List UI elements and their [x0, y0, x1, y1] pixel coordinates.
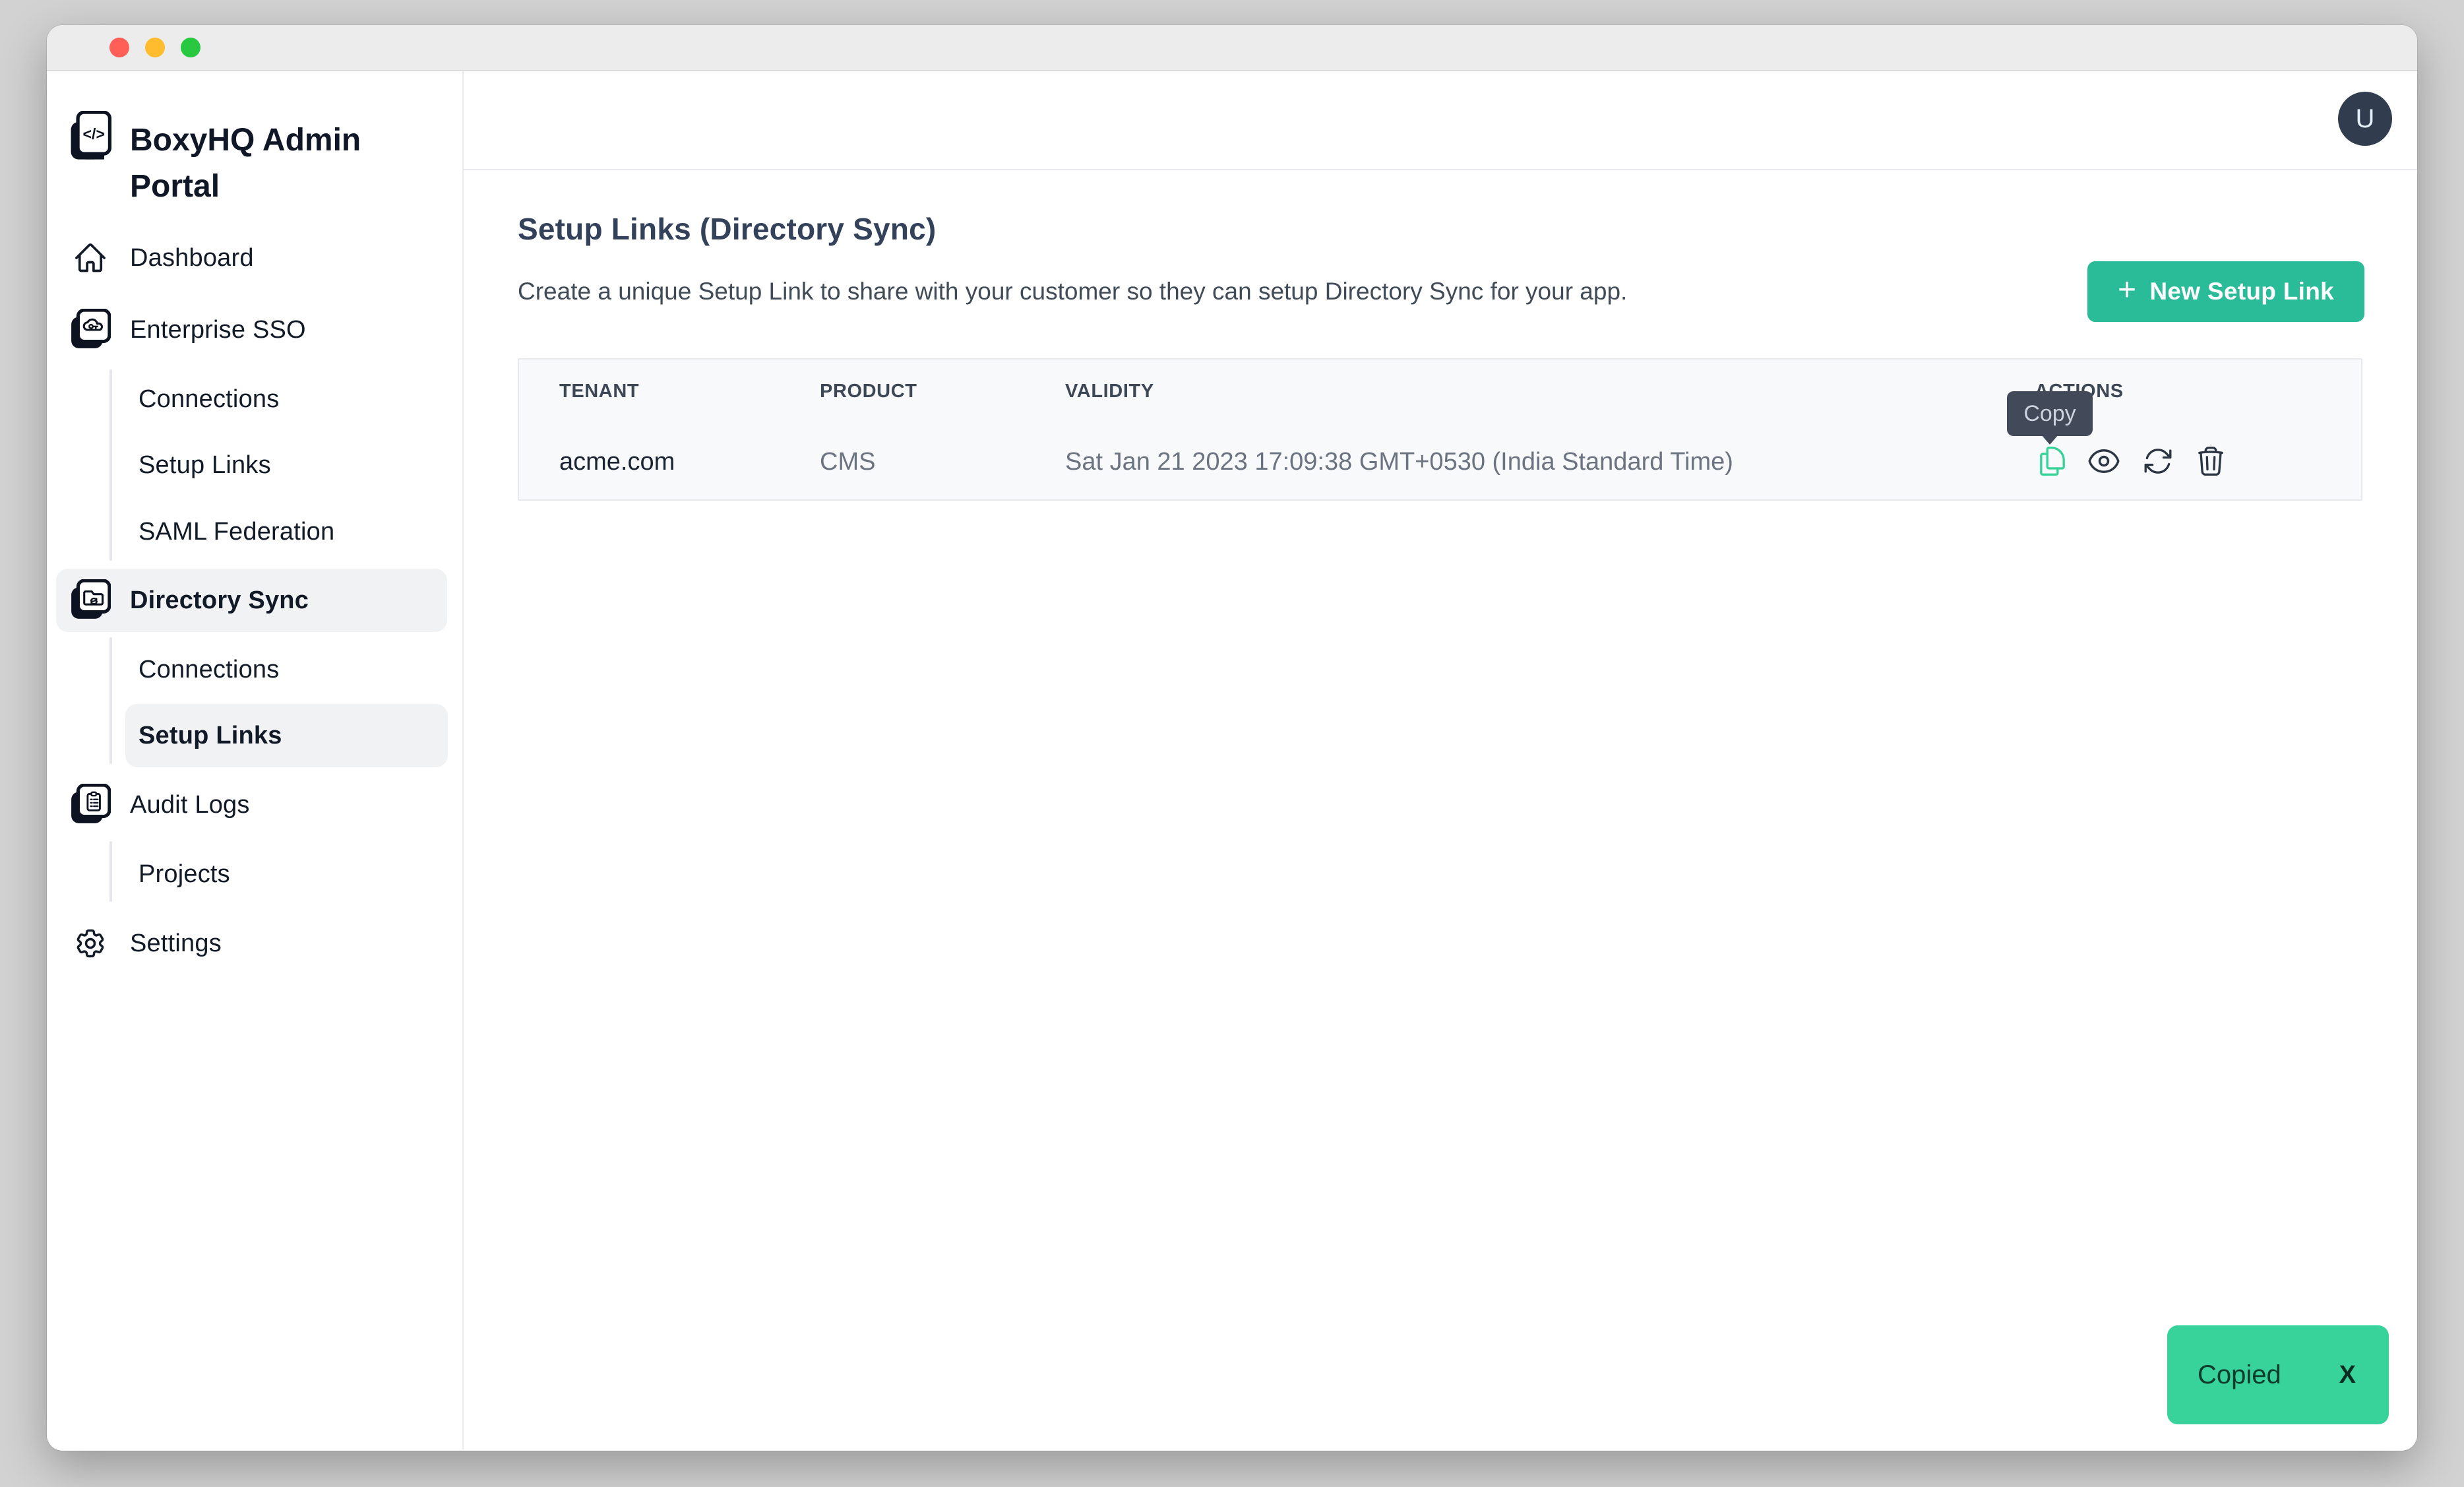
minimize-window-icon[interactable] — [145, 38, 165, 57]
plus-icon: + — [2118, 274, 2136, 306]
sidebar-item-label: Enterprise SSO — [130, 316, 306, 344]
avatar[interactable]: U — [2338, 92, 2392, 146]
app-window: </> BoxyHQ Admin Portal Dashboard — [47, 25, 2417, 1451]
copy-icon[interactable] — [2035, 444, 2070, 478]
sidebar-item-settings[interactable]: Settings — [56, 912, 447, 975]
copy-tooltip: Copy — [2007, 391, 2093, 436]
sidebar-item-label: Settings — [130, 930, 222, 958]
sidebar-item-label: Connections — [139, 385, 279, 414]
sidebar-item-label: Audit Logs — [130, 791, 250, 819]
sidebar-subgroup-line — [109, 637, 112, 764]
regenerate-icon[interactable] — [2141, 444, 2175, 478]
column-header-product: PRODUCT — [820, 381, 917, 402]
sidebar-item-label: Projects — [139, 860, 230, 889]
product-cell: CMS — [820, 448, 875, 476]
trash-icon[interactable] — [2194, 444, 2228, 478]
sidebar-item-label: Connections — [139, 656, 279, 684]
validity-cell: Sat Jan 21 2023 17:09:38 GMT+0530 (India… — [1065, 448, 1733, 476]
sidebar-subgroup-line — [109, 369, 112, 561]
code-keycap-icon: </> — [69, 111, 111, 165]
copy-tooltip-label: Copy — [2023, 401, 2076, 427]
page-title: Setup Links (Directory Sync) — [518, 211, 936, 247]
sidebar-item-dashboard[interactable]: Dashboard — [56, 226, 447, 290]
brand-title: BoxyHQ Admin Portal — [130, 111, 367, 210]
new-setup-link-button[interactable]: + New Setup Link — [2087, 261, 2364, 322]
sidebar-item-label: Directory Sync — [130, 586, 309, 615]
sidebar-item-sso-connections[interactable]: Connections — [125, 367, 448, 431]
sidebar-item-sso-setup-links[interactable]: Setup Links — [125, 433, 448, 497]
sidebar-item-projects[interactable]: Projects — [125, 842, 448, 906]
close-window-icon[interactable] — [109, 38, 129, 57]
sidebar-item-ds-connections[interactable]: Connections — [125, 638, 448, 701]
page-description: Create a unique Setup Link to share with… — [518, 278, 1627, 305]
sidebar-item-label: Setup Links — [139, 722, 282, 750]
gear-icon — [69, 926, 111, 961]
sidebar-subgroup-line — [109, 841, 112, 902]
sidebar-item-audit-logs[interactable]: Audit Logs — [56, 773, 447, 837]
sidebar-item-label: Dashboard — [130, 244, 254, 272]
home-icon — [69, 241, 111, 275]
sidebar-item-label: SAML Federation — [139, 518, 334, 546]
new-setup-link-label: New Setup Link — [2149, 278, 2334, 305]
setup-links-table: TENANT PRODUCT VALIDITY ACTIONS acme.com… — [518, 358, 2362, 501]
toast-message: Copied — [2198, 1360, 2281, 1390]
sidebar-item-enterprise-sso[interactable]: Enterprise SSO — [56, 298, 447, 362]
sidebar-item-label: Setup Links — [139, 451, 271, 480]
folder-sync-keycap-icon — [69, 579, 111, 621]
toast-close-button[interactable]: X — [2339, 1361, 2356, 1389]
column-header-validity: VALIDITY — [1065, 381, 1154, 402]
main-content: U Setup Links (Directory Sync) Create a … — [464, 71, 2417, 1449]
zoom-window-icon[interactable] — [181, 38, 200, 57]
eye-icon[interactable] — [2087, 444, 2121, 478]
sidebar-item-directory-sync[interactable]: Directory Sync — [56, 569, 447, 632]
clipboard-keycap-icon — [69, 784, 111, 826]
brand[interactable]: </> BoxyHQ Admin Portal — [69, 111, 439, 210]
svg-text:</>: </> — [83, 125, 105, 142]
copied-toast: Copied X — [2167, 1325, 2389, 1424]
sidebar-item-ds-setup-links[interactable]: Setup Links — [125, 704, 448, 767]
column-header-tenant: TENANT — [559, 381, 639, 402]
sidebar-item-saml-federation[interactable]: SAML Federation — [125, 500, 448, 563]
sidebar: </> BoxyHQ Admin Portal Dashboard — [47, 71, 464, 1449]
top-header-bar: U — [464, 71, 2417, 170]
tenant-cell: acme.com — [559, 448, 675, 476]
window-titlebar — [47, 25, 2417, 71]
sso-cloud-key-keycap-icon — [69, 309, 111, 351]
